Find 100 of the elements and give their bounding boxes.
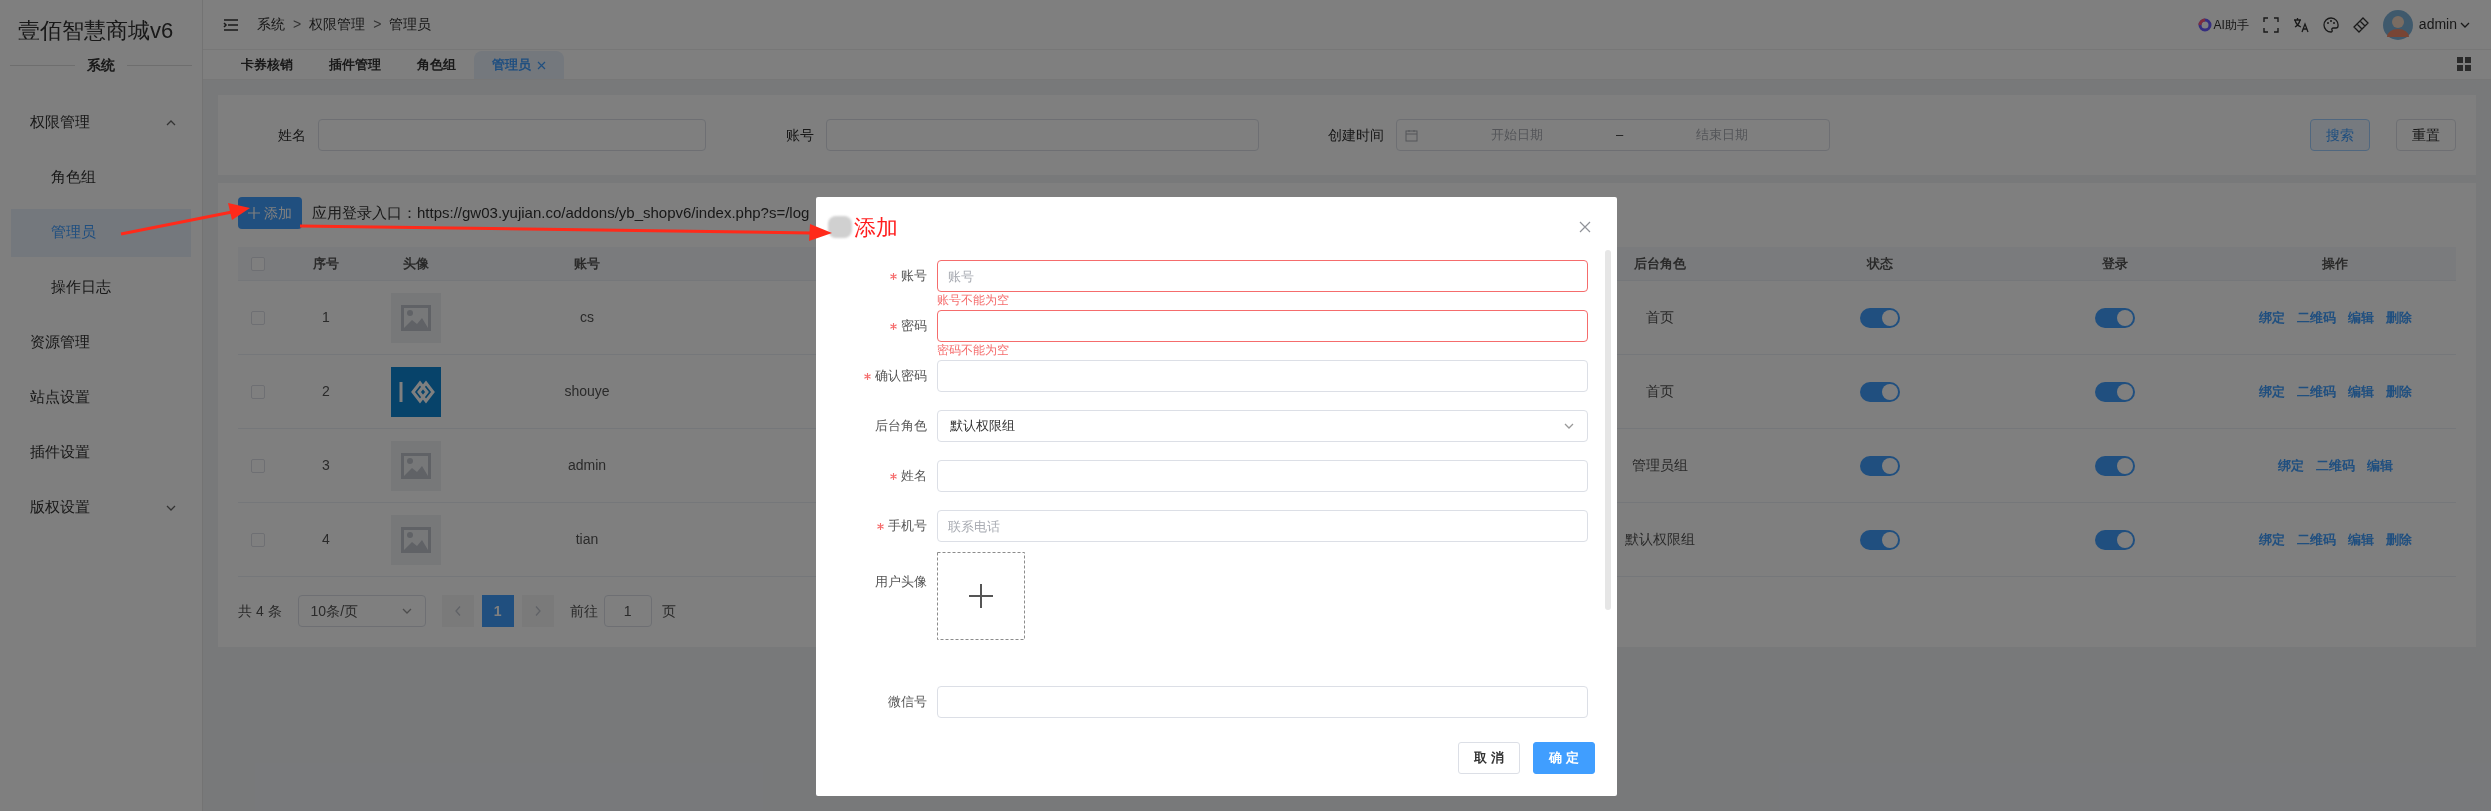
toggle-switch[interactable] — [1860, 529, 1900, 550]
fullscreen-icon — [2262, 16, 2279, 33]
action-link[interactable]: 二维码 — [2296, 529, 2336, 550]
field-label: 后台角色 — [875, 417, 927, 436]
table-cell-text: shouye — [564, 382, 610, 401]
button[interactable]: 重置 — [2396, 119, 2456, 151]
action-link[interactable]: 绑定 — [2258, 529, 2285, 550]
page-size-select[interactable]: 10条/页 — [297, 595, 426, 627]
toggle-switch[interactable] — [2095, 307, 2135, 328]
table-cell-text: admin — [567, 456, 607, 475]
error-message: 账号不能为空 — [937, 292, 1010, 308]
field-label: 姓名 — [901, 467, 927, 486]
page-button[interactable]: 1 — [481, 595, 514, 627]
table-cell-text: 首页 — [1646, 308, 1674, 327]
menu-group[interactable]: 权限管理 — [0, 95, 202, 150]
image-placeholder-icon — [391, 514, 441, 565]
action-link[interactable]: 绑定 — [2277, 455, 2304, 476]
avatar-icon — [2382, 9, 2413, 40]
toggle-switch[interactable] — [2095, 381, 2135, 402]
action-link[interactable]: 删除 — [2385, 529, 2412, 550]
image-placeholder-icon — [391, 440, 441, 491]
calendar-icon — [1405, 128, 1418, 142]
input-field[interactable]: 账号 — [937, 260, 1588, 292]
action-link[interactable]: 二维码 — [2296, 307, 2336, 328]
action-link[interactable]: 绑定 — [2258, 307, 2285, 328]
dialog-title: 添加 — [854, 213, 898, 242]
action-link[interactable]: 删除 — [2385, 381, 2412, 402]
table-cell-text: 1 — [322, 308, 330, 327]
submenu-item[interactable]: 角色组 — [11, 153, 191, 202]
submenu-item[interactable]: 操作日志 — [11, 263, 191, 312]
menu-group[interactable]: 版权设置 — [0, 480, 202, 535]
blurred-avatar — [828, 216, 852, 238]
next-page-button[interactable] — [521, 595, 554, 627]
field-label: 账号 — [901, 267, 927, 286]
grid-icon — [2457, 57, 2471, 71]
column-header: 登录 — [2102, 254, 2128, 273]
tab[interactable]: 卡券核销 — [223, 51, 311, 79]
login-url-text: 应用登录入口：https://gw03.yujian.co/addons/yb_shopv6/index.php?s=/log — [312, 202, 810, 223]
table-cell-text: 首页 — [1646, 382, 1674, 401]
menu-item[interactable]: 插件设置 — [0, 425, 202, 480]
toggle-switch[interactable] — [1860, 381, 1900, 402]
table-cell-text: 4 — [322, 530, 330, 549]
action-link[interactable]: 编辑 — [2347, 529, 2374, 550]
section-title: 系统 — [87, 55, 115, 75]
action-link[interactable]: 绑定 — [2258, 381, 2285, 402]
breadcrumb-item[interactable]: 权限管理 — [309, 14, 366, 35]
tab[interactable]: 插件管理 — [311, 51, 399, 79]
action-link[interactable]: 二维码 — [2296, 381, 2336, 402]
table-cell-text: tian — [575, 530, 599, 549]
scrollbar[interactable] — [1605, 250, 1611, 610]
breadcrumb-separator: > — [293, 15, 302, 34]
column-header: 操作 — [2322, 254, 2348, 273]
toggle-switch[interactable] — [1860, 455, 1900, 476]
add-button[interactable]: 添加 — [238, 197, 302, 229]
field-label: 微信号 — [888, 693, 927, 712]
ai-assistant-button[interactable]: AI助手 — [2197, 15, 2249, 34]
field-label: 确认密码 — [875, 367, 927, 386]
table-cell-text: 默认权限组 — [1625, 530, 1695, 549]
submenu-item[interactable]: 管理员 — [11, 208, 191, 257]
table-cell-text: 2 — [322, 382, 330, 401]
page-suffix: 页 — [661, 601, 676, 621]
user-menu[interactable]: admin — [2418, 14, 2471, 35]
action-link[interactable]: 编辑 — [2366, 455, 2393, 476]
menu-item[interactable]: 资源管理 — [0, 315, 202, 370]
menu-item[interactable]: 站点设置 — [0, 370, 202, 425]
logo-thumbnail — [391, 366, 441, 417]
field-label: 用户头像 — [875, 573, 927, 592]
chevron-left-icon — [454, 606, 461, 616]
image-placeholder-icon — [391, 292, 441, 343]
toggle-switch[interactable] — [2095, 455, 2135, 476]
table-cell-text: cs — [580, 308, 594, 327]
translate-icon — [2292, 16, 2309, 33]
button[interactable]: 确 定 — [1533, 742, 1595, 774]
error-message: 密码不能为空 — [937, 342, 1010, 358]
toggle-switch[interactable] — [2095, 529, 2135, 550]
previous-page-button[interactable] — [441, 595, 474, 627]
toggle-switch[interactable] — [1860, 307, 1900, 328]
input-field[interactable] — [937, 310, 1588, 342]
select-field[interactable]: 默认权限组 — [937, 410, 1588, 442]
plus-icon — [248, 207, 260, 219]
action-link[interactable]: 二维码 — [2315, 455, 2355, 476]
breadcrumb-item[interactable]: 系统 — [257, 14, 285, 35]
field-label: 创建时间 — [1327, 125, 1385, 145]
menu-icon — [223, 17, 239, 32]
tab[interactable]: 管理员 — [474, 51, 564, 79]
breadcrumb-separator: > — [373, 15, 382, 34]
action-link[interactable]: 编辑 — [2347, 307, 2374, 328]
breadcrumb-item[interactable]: 管理员 — [389, 14, 432, 35]
field-label: 手机号 — [888, 517, 927, 536]
tab[interactable]: 角色组 — [399, 51, 474, 79]
action-link[interactable]: 删除 — [2385, 307, 2412, 328]
column-header: 序号 — [313, 254, 339, 273]
button[interactable]: 搜索 — [2310, 119, 2370, 151]
action-link[interactable]: 编辑 — [2347, 381, 2374, 402]
field-label: 账号 — [785, 125, 815, 145]
field-label: 姓名 — [277, 125, 307, 145]
button[interactable]: 取 消 — [1458, 742, 1520, 774]
page-input[interactable]: 1 — [603, 595, 652, 627]
table-cell-text: 管理员组 — [1632, 456, 1688, 475]
total-count: 共 4 条 — [238, 601, 282, 621]
